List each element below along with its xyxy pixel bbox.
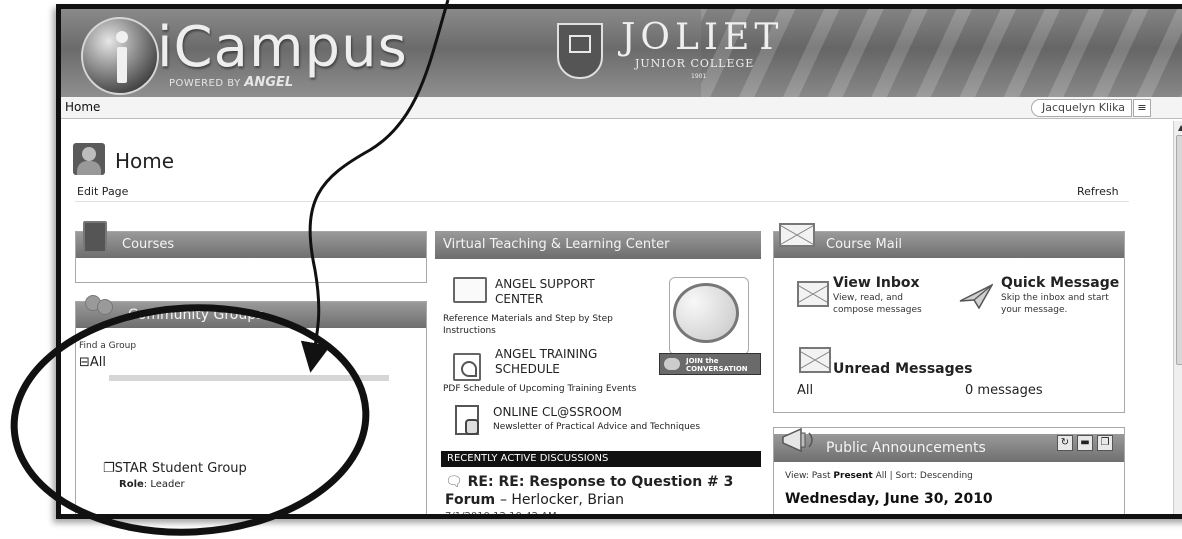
course-mail-title[interactable]: Course Mail xyxy=(774,232,1124,258)
pdf-icon xyxy=(453,353,481,381)
discussion-date: 7/1/2010 12:10:42 AM xyxy=(445,511,557,519)
vtlc-panel-title[interactable]: Virtual Teaching & Learning Center xyxy=(435,231,761,259)
powered-by-angel: POWERED BY ANGEL xyxy=(169,75,294,90)
training-schedule-desc: PDF Schedule of Upcoming Training Events xyxy=(443,384,637,394)
scrollbar-thumb[interactable] xyxy=(1176,135,1182,365)
view-all-link[interactable]: All xyxy=(876,471,887,481)
announcement-view-options: View: Past Present All | Sort: Descendin… xyxy=(785,471,973,481)
megaphone-icon xyxy=(782,427,813,453)
user-avatar-icon xyxy=(73,143,105,175)
view-inbox-desc: View, read, and compose messages xyxy=(833,293,922,315)
people-icon xyxy=(83,291,119,319)
role-value: Leader xyxy=(150,479,185,490)
user-name-pill[interactable]: Jacquelyn Klika xyxy=(1031,99,1133,117)
support-center-desc: Reference Materials and Step by Step Ins… xyxy=(443,314,613,336)
courses-panel-title[interactable]: Courses xyxy=(76,232,426,258)
online-classroom-desc: Newsletter of Practical Advice and Techn… xyxy=(493,422,701,432)
site-banner: iCampus POWERED BY ANGEL JOLIET JUNIOR C… xyxy=(61,9,1182,97)
courses-panel: Courses xyxy=(75,231,427,283)
training-schedule-link[interactable]: ANGEL TRAINING SCHEDULE xyxy=(495,347,645,377)
community-groups-title[interactable]: Community Groups xyxy=(76,302,426,328)
refresh-icon[interactable]: ↻ xyxy=(1057,435,1073,451)
discussion-author: – Herlocker, Brian xyxy=(499,492,625,508)
role-label: Role xyxy=(119,479,144,490)
divider xyxy=(75,201,1129,202)
view-label: View: xyxy=(785,471,809,481)
announcement-date: Wednesday, June 30, 2010 xyxy=(785,491,993,507)
college-name: JOLIET xyxy=(621,17,784,58)
group-item[interactable]: ❐STAR Student Group xyxy=(103,461,247,476)
vertical-scrollbar[interactable]: ▲ xyxy=(1173,121,1182,514)
scroll-up-icon[interactable]: ▲ xyxy=(1178,123,1182,132)
discussion-icon: 🗨 xyxy=(445,474,463,490)
college-subtitle: JUNIOR COLLEGE xyxy=(635,57,755,70)
join-conversation-button[interactable]: JOIN the CONVERSATION xyxy=(659,353,761,375)
college-year: 1901 xyxy=(691,73,707,80)
group-role: Role: Leader xyxy=(119,479,185,490)
chat-icon xyxy=(664,358,680,370)
unread-count: 0 messages xyxy=(965,383,1043,398)
find-group-link[interactable]: Find a Group xyxy=(79,341,136,351)
course-mail-panel: Course Mail xyxy=(773,231,1125,413)
discussion-title[interactable]: RE: RE: Response to Question # 3 xyxy=(468,474,734,490)
page-title: Home xyxy=(115,149,175,173)
quick-message-desc: Skip the inbox and start your message. xyxy=(1001,293,1109,315)
tree-node-all-label: All xyxy=(89,355,107,370)
screenshot-frame: iCampus POWERED BY ANGEL JOLIET JUNIOR C… xyxy=(56,4,1182,519)
icampus-logo-text: iCampus xyxy=(157,15,408,80)
icampus-logo-icon xyxy=(81,17,159,95)
newsletter-icon xyxy=(455,405,479,435)
sort-option[interactable]: | Sort: Descending xyxy=(890,471,973,481)
paper-plane-icon xyxy=(959,283,993,309)
restore-icon[interactable]: ❐ xyxy=(1097,435,1113,451)
group-item-label: STAR Student Group xyxy=(114,461,247,476)
unread-filter: All xyxy=(797,383,814,398)
unread-messages-link[interactable]: Unread Messages xyxy=(833,361,972,377)
inbox-envelope-icon xyxy=(797,281,829,307)
redacted-area xyxy=(81,381,403,461)
edit-page-link[interactable]: Edit Page xyxy=(77,185,128,198)
quick-message-link[interactable]: Quick Message xyxy=(1001,275,1119,291)
discussion-item[interactable]: 🗨 RE: RE: Response to Question # 3 Forum… xyxy=(445,473,761,509)
view-present-link[interactable]: Present xyxy=(833,471,872,481)
join-label-1: JOIN the xyxy=(686,357,719,365)
tree-node-all[interactable]: ⊟All xyxy=(79,355,106,370)
discussions-header: RECENTLY ACTIVE DISCUSSIONS xyxy=(441,451,761,467)
online-classroom-link[interactable]: ONLINE CL@SSROOM xyxy=(493,405,693,420)
discussion-forum[interactable]: Forum xyxy=(445,492,495,508)
breadcrumb-bar: Home Jacquelyn Klika ≡ xyxy=(61,97,1182,119)
unread-envelope-icon xyxy=(799,347,831,373)
support-center-link[interactable]: ANGEL SUPPORT CENTER xyxy=(495,277,645,307)
door-icon xyxy=(83,221,107,253)
menu-lines-icon[interactable]: ≡ xyxy=(1133,99,1151,117)
view-inbox-link[interactable]: View Inbox xyxy=(833,275,920,291)
minimize-icon[interactable]: ▬ xyxy=(1077,435,1093,451)
envelope-icon xyxy=(777,219,817,249)
join-label-2: CONVERSATION xyxy=(686,365,748,373)
view-past-link[interactable]: Past xyxy=(812,471,831,481)
breadcrumb[interactable]: Home xyxy=(65,100,100,114)
college-crest-icon xyxy=(557,23,603,79)
speech-bubble-icon xyxy=(673,283,739,343)
folder-icon xyxy=(453,277,487,303)
refresh-link[interactable]: Refresh xyxy=(1077,185,1119,198)
